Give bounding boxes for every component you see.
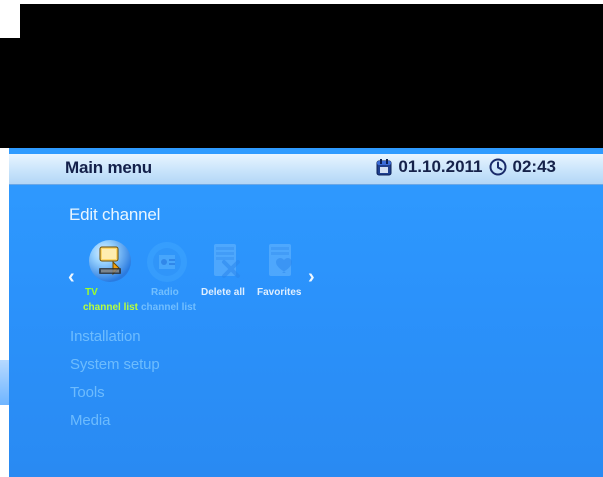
black-border-top [20,4,603,38]
tv-screen: Main menu 01.10.2011 02:43 Edit channel … [9,148,603,477]
date-text: 01.10.2011 [398,157,483,176]
tile-delete-all[interactable]: Delete all [197,238,261,328]
black-border-band [0,38,603,148]
header-bar: Main menu 01.10.2011 02:43 [9,154,603,185]
tile-label-line1: Favorites [257,287,302,298]
favorites-icon [259,238,303,286]
tile-favorites[interactable]: Favorites [255,238,319,328]
left-edge-strip [0,360,9,405]
tile-tv-channel-list[interactable]: TV channel list [83,238,149,328]
menu-item-tools[interactable]: Tools [70,384,105,401]
datetime: 01.10.2011 02:43 [376,157,556,177]
left-arrow[interactable]: ‹ [68,266,75,289]
page-title: Main menu [65,158,152,177]
clock-icon [489,158,507,176]
menu-item-installation[interactable]: Installation [70,328,141,345]
section-title: Edit channel [69,205,161,224]
tv-channel-list-icon [87,238,133,284]
radio-channel-list-icon [145,240,189,284]
menu-item-system-setup[interactable]: System setup [70,356,160,373]
delete-all-icon [204,238,248,286]
time-text: 02:43 [512,157,556,176]
tile-radio-channel-list[interactable]: Radio channel list [141,238,205,328]
menu-item-media[interactable]: Media [70,412,110,429]
calendar-icon [376,158,392,176]
